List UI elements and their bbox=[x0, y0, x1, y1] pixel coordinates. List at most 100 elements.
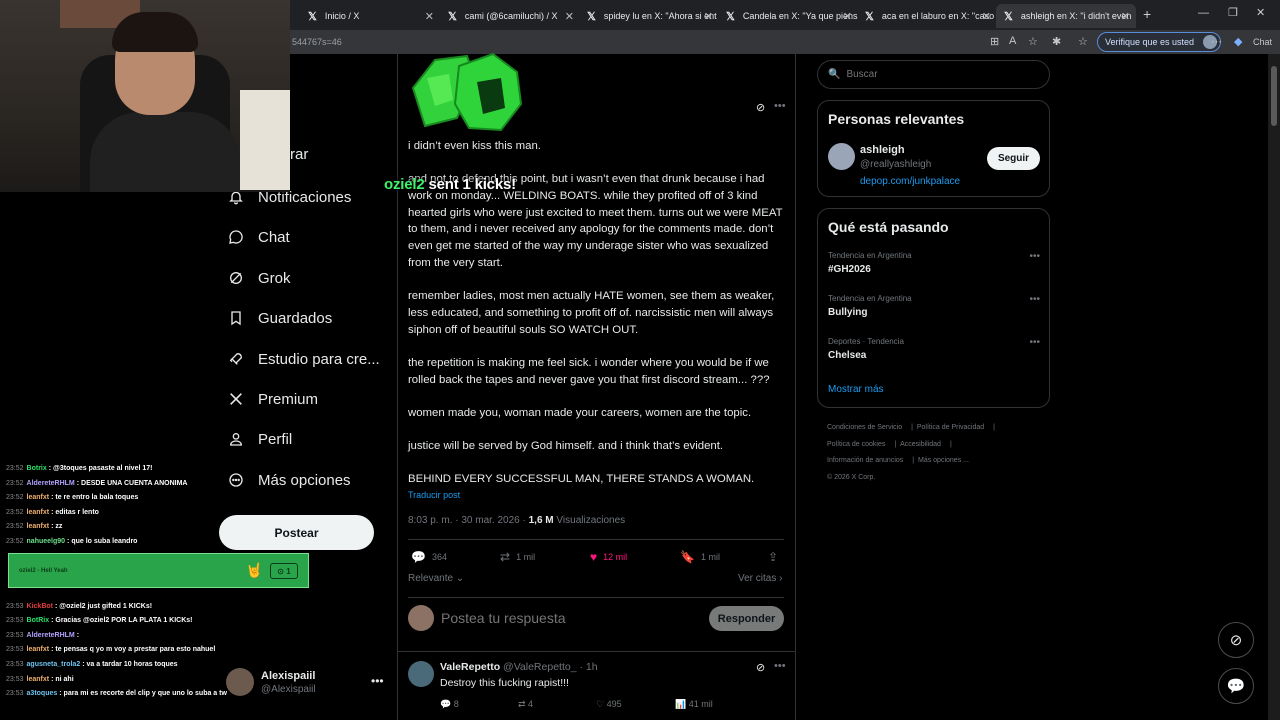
translate-post-link[interactable]: Traducir post bbox=[408, 490, 460, 500]
restore-icon[interactable]: ❐ bbox=[1228, 6, 1238, 19]
tab-candela[interactable]: 𝕏 Candela en X: "Ya que piens ✕ bbox=[718, 4, 858, 28]
close-icon[interactable]: ✕ bbox=[704, 10, 713, 23]
copilot-chat-label[interactable]: Chat bbox=[1253, 37, 1272, 47]
kicks-alert: oziel2 sent 1 kicks! bbox=[384, 176, 516, 193]
share-action[interactable]: ⇪ bbox=[768, 550, 784, 564]
repost-count[interactable]: ⇄ 4 bbox=[518, 699, 533, 710]
chat-line: 23:53 leanfxt: ni ahi bbox=[6, 675, 74, 683]
follow-button[interactable]: Seguir bbox=[987, 147, 1040, 170]
reply-author: ValeRepetto @ValeRepetto_ · 1h bbox=[440, 661, 598, 673]
x-logo-icon: 𝕏 bbox=[865, 10, 874, 23]
like-action[interactable]: ♥ 12 mil bbox=[590, 550, 627, 564]
reply-action[interactable]: 💬 364 bbox=[411, 550, 447, 564]
apps-icon[interactable]: ⊞ bbox=[990, 35, 999, 48]
nav-grok[interactable]: Grok bbox=[226, 268, 291, 288]
x-logo-icon: 𝕏 bbox=[308, 10, 317, 23]
divider bbox=[397, 651, 796, 652]
minimize-icon[interactable]: — bbox=[1198, 7, 1209, 19]
person-icon bbox=[226, 429, 246, 449]
trend-item[interactable]: Deportes · Tendencia Chelsea ••• bbox=[828, 337, 1040, 361]
more-icon[interactable]: ••• bbox=[1029, 337, 1040, 348]
account-switcher[interactable]: Alexispaiil @Alexispaiil ••• bbox=[226, 668, 386, 698]
footer-link[interactable]: Información de anuncios bbox=[827, 457, 903, 464]
grok-icon[interactable]: ⊘ bbox=[756, 661, 765, 674]
card-title: Personas relevantes bbox=[828, 111, 965, 127]
webcam-hair bbox=[112, 12, 198, 52]
chat-line: 23:52 Botrix: @3toques pasaste al nivel 1… bbox=[6, 465, 153, 472]
like-count[interactable]: ♡ 495 bbox=[596, 699, 622, 710]
x-logo-icon: 𝕏 bbox=[726, 10, 735, 23]
close-icon[interactable]: ✕ bbox=[982, 10, 991, 23]
sort-dropdown[interactable]: Relevante ⌄ bbox=[408, 573, 464, 584]
tab-inicio[interactable]: 𝕏 Inicio / X ✕ bbox=[300, 4, 440, 28]
more-icon[interactable]: ••• bbox=[1029, 251, 1040, 262]
nav-profile[interactable]: Perfil bbox=[226, 429, 292, 449]
footer-link[interactable]: Política de cookies bbox=[827, 441, 885, 448]
verify-identity-button[interactable]: Verifique que es usted bbox=[1097, 32, 1222, 52]
chat-line: 23:52 leanfxt: editas r lento bbox=[6, 508, 99, 516]
avatar bbox=[408, 605, 434, 631]
avatar[interactable] bbox=[828, 143, 855, 170]
repost-action[interactable]: ⇄ 1 mil bbox=[500, 550, 535, 564]
search-bar[interactable]: 🔍 bbox=[817, 60, 1050, 89]
x-logo-icon: 𝕏 bbox=[587, 10, 596, 23]
more-icon[interactable]: ••• bbox=[371, 674, 384, 688]
close-icon[interactable]: ✕ bbox=[843, 10, 852, 23]
trend-item[interactable]: Tendencia en Argentina Bullying ••• bbox=[828, 294, 1040, 318]
tab-laburo[interactable]: 𝕏aca en el laburo en X: "caso ✕ bbox=[857, 4, 997, 28]
extensions-icon[interactable]: ✱ bbox=[1052, 35, 1061, 48]
favorite-star-icon[interactable]: ☆ bbox=[1028, 35, 1038, 48]
repost-icon: ⇄ bbox=[500, 550, 511, 564]
avatar bbox=[408, 661, 434, 687]
tab-spidey[interactable]: 𝕏spidey lu en X: "Ahora si ent ✕ bbox=[579, 4, 719, 28]
url-text[interactable]: 544767s=46 bbox=[292, 37, 342, 47]
kick-gem-overlay bbox=[411, 52, 523, 132]
x-logo-icon: 𝕏 bbox=[448, 10, 457, 23]
rock-hand-icon: 🤘 bbox=[245, 562, 263, 578]
person-link[interactable]: depop.com/junkpalace bbox=[860, 176, 960, 187]
more-icon[interactable]: ••• bbox=[774, 660, 786, 672]
person-name[interactable]: ashleigh bbox=[860, 144, 905, 156]
search-input[interactable] bbox=[846, 69, 1027, 80]
webcam-overlay bbox=[0, 0, 290, 192]
reply-input[interactable] bbox=[441, 610, 691, 626]
reply-text: Destroy this fucking rapist!!! bbox=[440, 677, 569, 689]
tab-ashleigh[interactable]: 𝕏ashleigh en X: "i didn't even ✕ bbox=[996, 4, 1136, 28]
nav-explore-partial[interactable]: rar bbox=[290, 146, 308, 163]
reply-button[interactable]: Responder bbox=[709, 606, 784, 631]
show-more-link[interactable]: Mostrar más bbox=[828, 384, 884, 395]
copilot-icon[interactable]: ◆ bbox=[1234, 35, 1242, 48]
view-quotes-link[interactable]: Ver citas › bbox=[738, 573, 782, 584]
views-count[interactable]: 📊 41 mil bbox=[675, 699, 713, 710]
browser-menu-icon[interactable]: ⋯ bbox=[1211, 35, 1222, 48]
more-icon[interactable]: ••• bbox=[1029, 294, 1040, 305]
bookmark-icon: 🔖 bbox=[680, 550, 695, 564]
new-tab-icon[interactable]: + bbox=[1143, 6, 1151, 22]
grok-fab[interactable]: ⊘ bbox=[1218, 622, 1254, 658]
nav-premium[interactable]: Premium bbox=[226, 389, 318, 409]
messages-fab[interactable]: 💬 bbox=[1218, 668, 1254, 704]
read-aloud-icon[interactable]: A bbox=[1009, 35, 1016, 47]
scrollbar[interactable] bbox=[1268, 54, 1280, 720]
nav-creator-studio[interactable]: Estudio para cre... bbox=[226, 349, 380, 369]
window-close-icon[interactable]: ✕ bbox=[1256, 6, 1265, 19]
scrollbar-thumb[interactable] bbox=[1271, 66, 1277, 126]
nav-bookmarks[interactable]: Guardados bbox=[226, 308, 332, 328]
footer-link[interactable]: Más opciones ... bbox=[918, 457, 969, 464]
tab-cami[interactable]: 𝕏cami (@6camiluchi) / X ✕ bbox=[440, 4, 580, 28]
footer-link[interactable]: Condiciones de Servicio bbox=[827, 424, 902, 431]
favorites-icon[interactable]: ☆ bbox=[1078, 35, 1088, 48]
close-icon[interactable]: ✕ bbox=[425, 10, 434, 23]
copyright: © 2026 X Corp. bbox=[827, 473, 876, 481]
grok-icon[interactable]: ⊘ bbox=[756, 101, 765, 114]
footer-link[interactable]: Accesibilidad bbox=[900, 441, 941, 448]
more-icon[interactable]: ••• bbox=[774, 100, 786, 112]
chat-line: 23:53 KickBot: @oziel2 just gifted 1 KICK… bbox=[6, 602, 153, 610]
close-icon[interactable]: ✕ bbox=[565, 10, 574, 23]
footer-link[interactable]: Política de Privacidad bbox=[917, 424, 984, 431]
trend-item[interactable]: Tendencia en Argentina #GH2026 ••• bbox=[828, 251, 1040, 275]
bookmark-action[interactable]: 🔖 1 mil bbox=[680, 550, 720, 564]
reply-count[interactable]: 💬 8 bbox=[440, 699, 459, 710]
nav-chat[interactable]: Chat bbox=[226, 227, 290, 247]
close-icon[interactable]: ✕ bbox=[1121, 10, 1130, 23]
